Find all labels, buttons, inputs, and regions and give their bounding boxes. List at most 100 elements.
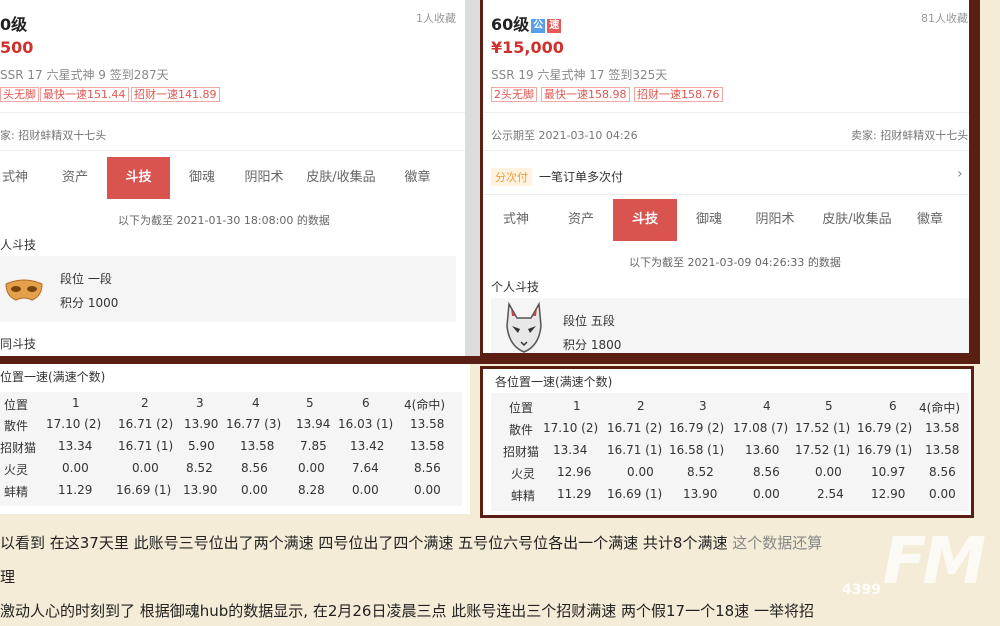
listing-card-left: 0级 1人收藏 500 SSR 17 六星式神 9 签到287天 头无脚 最快一… bbox=[0, 0, 470, 358]
table-cell: 0.00 bbox=[753, 487, 780, 501]
table-cell: 7.85 bbox=[300, 439, 327, 453]
table-title: 各位置一速(满速个数) bbox=[495, 375, 613, 389]
chevron-right-icon: › bbox=[957, 166, 963, 182]
table-cell: 13.90 bbox=[683, 487, 718, 501]
article-text: 以看到 在这37天里 此账号三号位出了两个满速 四号位出了四个满速 五号位六号位… bbox=[0, 534, 733, 552]
table-cell: 11.29 bbox=[58, 483, 93, 497]
header-col: 4 bbox=[252, 396, 260, 410]
installment-row[interactable]: 分次付 一笔订单多次付 › bbox=[483, 158, 969, 192]
table-cell: 16.71 (1) bbox=[118, 439, 174, 453]
seller-label: 卖家: 招财蚌精双十七头 bbox=[851, 129, 969, 142]
account-stats: SSR 17 六星式神 9 签到287天 bbox=[0, 68, 169, 82]
header-col: 6 bbox=[889, 399, 897, 413]
level-label: 0级 bbox=[0, 15, 28, 34]
table-cell: 13.34 bbox=[58, 439, 93, 453]
rank-card: 段位 五段 积分 1800 bbox=[491, 298, 969, 353]
table-cell: 0.00 bbox=[929, 487, 956, 501]
table-cell: 8.56 bbox=[241, 461, 268, 475]
public-period: 公示期至 2021-03-10 04:26 bbox=[491, 129, 638, 142]
rank-card: 段位 一段 积分 1000 bbox=[0, 256, 456, 322]
tab-skins[interactable]: 皮肤/收集品 bbox=[811, 199, 903, 241]
header-position: 位置 bbox=[509, 401, 534, 415]
tag-fastest-speed: 最快一速158.98 bbox=[541, 87, 630, 102]
header-col: 1 bbox=[573, 399, 581, 413]
table-cell: 0.00 bbox=[62, 461, 89, 475]
tab-assets[interactable]: 资产 bbox=[551, 199, 611, 241]
table-cell: 16.79 (1) bbox=[857, 443, 913, 457]
table-cell: 8.56 bbox=[414, 461, 441, 475]
table-cell: 13.58 bbox=[410, 439, 445, 453]
table-cell: 0.00 bbox=[352, 483, 379, 497]
fox-mask-icon bbox=[503, 301, 545, 353]
tab-onmyodo[interactable]: 阴阳术 bbox=[234, 157, 294, 199]
table-cell: 13.90 bbox=[184, 417, 219, 431]
header-col: 3 bbox=[699, 399, 707, 413]
table-cell: 0.00 bbox=[815, 465, 842, 479]
level-label: 60级公速 bbox=[491, 11, 562, 35]
table-cell: 13.90 bbox=[183, 483, 218, 497]
header-col: 1 bbox=[72, 396, 80, 410]
header-col: 4 bbox=[763, 399, 771, 413]
table-cell: 8.52 bbox=[186, 461, 213, 475]
tab-pvp[interactable]: 斗技 bbox=[107, 157, 170, 199]
price: 500 bbox=[0, 38, 34, 57]
row-label: 散件 bbox=[4, 419, 29, 433]
table-cell: 5.90 bbox=[188, 439, 215, 453]
tab-pvp[interactable]: 斗技 bbox=[613, 199, 677, 241]
table-cell: 16.71 (1) bbox=[607, 443, 663, 457]
tab-mitama[interactable]: 御魂 bbox=[172, 157, 232, 199]
section-individual-pvp: 人斗技 bbox=[0, 238, 37, 252]
price: ¥15,000 bbox=[491, 38, 564, 57]
tab-shikigami[interactable]: 式神 bbox=[491, 199, 541, 241]
table-cell: 7.64 bbox=[352, 461, 379, 475]
table-body: 位置 1 2 3 4 5 6 4(命中) 散件 17.10 (2) 16.71 … bbox=[491, 393, 969, 511]
tag-fastest-speed: 最快一速151.44 bbox=[40, 87, 129, 102]
table-cell: 16.03 (1) bbox=[338, 417, 394, 431]
table-cell: 12.96 bbox=[557, 465, 592, 479]
tab-onmyodo[interactable]: 阴阳术 bbox=[743, 199, 807, 241]
highlight-frame-bottom bbox=[0, 356, 980, 364]
table-cell: 13.58 bbox=[925, 443, 960, 457]
tab-badges[interactable]: 徽章 bbox=[905, 199, 955, 241]
article-text-faint: 这个数据还算 bbox=[732, 534, 823, 552]
installment-text: 一笔订单多次付 bbox=[539, 170, 624, 184]
row-label: 蚌精 bbox=[4, 485, 29, 499]
table-cell: 11.29 bbox=[557, 487, 592, 501]
article-line-3: 激动人心的时刻到了 根据御魂hub的数据显示, 在2月26日凌晨三点 此账号连出… bbox=[0, 602, 814, 620]
tab-assets[interactable]: 资产 bbox=[45, 157, 105, 199]
tab-shikigami[interactable]: 式神 bbox=[0, 157, 30, 199]
article-line-1: 以看到 在这37天里 此账号三号位出了两个满速 四号位出了四个满速 五号位六号位… bbox=[0, 532, 822, 553]
table-cell: 16.71 (2) bbox=[607, 421, 663, 435]
table-cell: 0.00 bbox=[132, 461, 159, 475]
tag-zhaocai-speed: 招财一速141.89 bbox=[131, 87, 220, 102]
points-label: 积分 1000 bbox=[60, 296, 119, 310]
tag-zhaocai-speed: 招财一速158.76 bbox=[634, 87, 723, 102]
speed-table-right: 各位置一速(满速个数) 位置 1 2 3 4 5 6 4(命中) 散件 17.1… bbox=[480, 366, 974, 518]
tab-badges[interactable]: 徽章 bbox=[390, 157, 445, 199]
table-cell: 13.42 bbox=[350, 439, 385, 453]
table-cell: 17.52 (1) bbox=[795, 443, 851, 457]
site-watermark-number: 4399 bbox=[842, 582, 881, 598]
account-stats: SSR 19 六星式神 17 签到325天 bbox=[491, 68, 668, 82]
table-cell: 17.52 (1) bbox=[795, 421, 851, 435]
table-cell: 0.00 bbox=[298, 461, 325, 475]
tab-mitama[interactable]: 御魂 bbox=[679, 199, 739, 241]
table-cell: 13.60 bbox=[745, 443, 780, 457]
header-col: 6 bbox=[362, 396, 370, 410]
tab-skins[interactable]: 皮肤/收集品 bbox=[296, 157, 386, 199]
table-cell: 13.58 bbox=[410, 417, 445, 431]
row-label: 招财猫 bbox=[0, 441, 37, 455]
seller-label: 家: 招财蚌精双十七头 bbox=[0, 129, 107, 142]
table-cell: 16.71 (2) bbox=[118, 417, 174, 431]
table-cell: 13.58 bbox=[925, 421, 960, 435]
data-timestamp-note: 以下为截至 2021-03-09 04:26:33 的数据 bbox=[629, 256, 841, 269]
table-cell: 16.79 (2) bbox=[669, 421, 725, 435]
tab-bar: 式神 资产 斗技 御魂 阴阳术 皮肤/收集品 徽章 bbox=[483, 199, 969, 241]
table-cell: 13.34 bbox=[553, 443, 588, 457]
level-text: 60级 bbox=[491, 15, 530, 34]
favorites-count: 1人收藏 bbox=[416, 12, 456, 25]
header-col: 2 bbox=[637, 399, 645, 413]
header-col: 5 bbox=[825, 399, 833, 413]
section-individual-pvp: 个人斗技 bbox=[491, 280, 540, 294]
table-cell: 13.94 bbox=[296, 417, 331, 431]
